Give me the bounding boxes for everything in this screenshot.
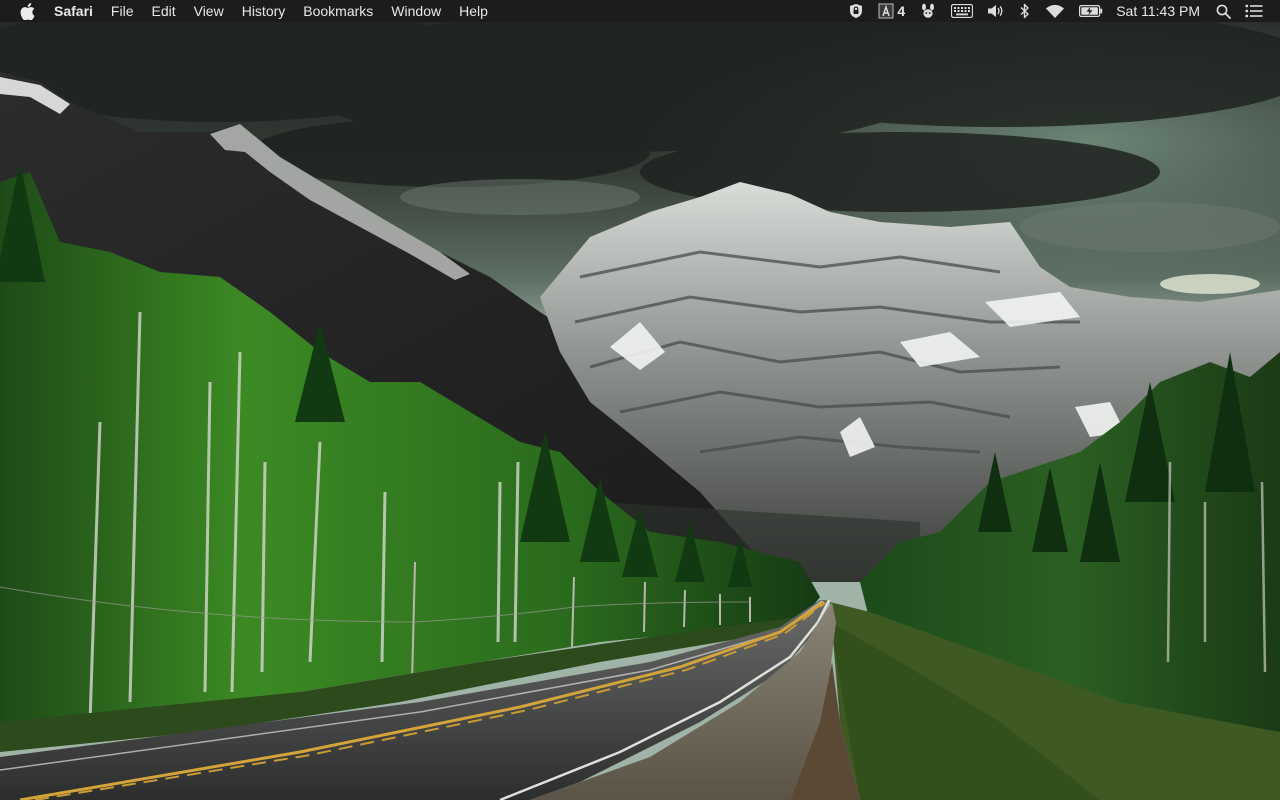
menu-edit[interactable]: Edit	[142, 0, 184, 22]
menu-bar-left: Safari File Edit View History Bookmarks …	[0, 0, 497, 22]
bluetooth-icon[interactable]	[1019, 0, 1031, 22]
lock-shield-icon[interactable]	[848, 0, 864, 22]
notification-center-icon[interactable]	[1245, 0, 1263, 22]
menu-view[interactable]: View	[185, 0, 233, 22]
menu-clock[interactable]: Sat 11:43 PM	[1116, 3, 1200, 19]
apple-logo-icon[interactable]	[19, 2, 35, 20]
menu-bar-right: 4 Sat 11:43 PM	[841, 0, 1280, 22]
app-menu-safari[interactable]: Safari	[52, 0, 102, 22]
adobe-icon	[878, 3, 894, 19]
keyboard-icon[interactable]	[951, 0, 974, 22]
wifi-icon[interactable]	[1045, 0, 1065, 22]
adobe-count: 4	[897, 3, 906, 19]
paw-icon[interactable]	[919, 0, 937, 22]
battery-charging-icon[interactable]	[1079, 0, 1103, 22]
volume-icon[interactable]	[987, 0, 1005, 22]
spotlight-search-icon[interactable]	[1216, 0, 1231, 22]
menu-window[interactable]: Window	[382, 0, 450, 22]
menu-help[interactable]: Help	[450, 0, 497, 22]
desktop-wallpaper	[0, 22, 1280, 800]
menu-history[interactable]: History	[233, 0, 295, 22]
menu-bookmarks[interactable]: Bookmarks	[294, 0, 382, 22]
menu-bar: Safari File Edit View History Bookmarks …	[0, 0, 1280, 22]
creative-cloud-status[interactable]: 4	[878, 0, 905, 22]
menu-file[interactable]: File	[102, 0, 143, 22]
